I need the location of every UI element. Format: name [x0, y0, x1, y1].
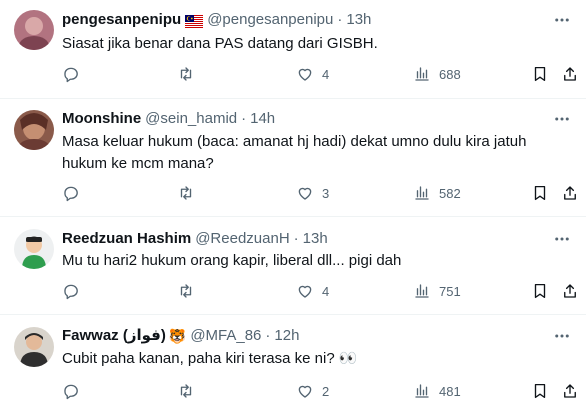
tweet-2[interactable]: Moonshine @sein_hamid · 14h Masa keluar …: [0, 99, 586, 217]
avatar[interactable]: [14, 327, 54, 367]
tweet-3[interactable]: Reedzuan Hashim @ReedzuanH · 13h Mu tu h…: [0, 217, 586, 315]
tweet-header: Moonshine @sein_hamid · 14h: [62, 109, 275, 129]
timestamp[interactable]: 12h: [274, 326, 299, 346]
display-name[interactable]: Fawwaz (فواز): [62, 326, 166, 346]
views-button[interactable]: 688: [413, 65, 461, 83]
user-handle[interactable]: @sein_hamid: [145, 109, 237, 129]
tweet-header: Fawwaz (فواز) 🐯 @MFA_86 · 12h: [62, 326, 299, 346]
tweet-text: Siasat jika benar dana PAS datang dari G…: [62, 35, 378, 52]
tweet-4[interactable]: Fawwaz (فواز) 🐯 @MFA_86 · 12h Cubit paha…: [0, 315, 586, 409]
user-handle[interactable]: @pengesanpenipu: [207, 10, 333, 30]
bookmark-button[interactable]: [531, 65, 549, 83]
heart-icon: [296, 282, 314, 300]
user-handle[interactable]: @ReedzuanH: [195, 229, 289, 249]
retweet-icon: [177, 282, 195, 300]
reply-button[interactable]: [62, 65, 80, 83]
retweet-button[interactable]: [177, 184, 195, 202]
timestamp[interactable]: 14h: [250, 109, 275, 129]
like-button[interactable]: 3: [296, 184, 329, 202]
retweet-button[interactable]: [177, 382, 195, 400]
views-button[interactable]: 751: [413, 282, 461, 300]
views-button[interactable]: 582: [413, 184, 461, 202]
view-count: 751: [439, 283, 461, 299]
reply-button[interactable]: [62, 282, 80, 300]
avatar[interactable]: [14, 110, 54, 150]
like-count: 4: [322, 283, 330, 299]
views-icon: [413, 184, 431, 202]
reply-icon: [62, 184, 80, 202]
action-bar: 4 688: [0, 65, 586, 87]
more-icon[interactable]: [552, 10, 572, 30]
separator: ·: [293, 230, 299, 247]
separator: ·: [337, 11, 343, 28]
bookmark-button[interactable]: [531, 282, 549, 300]
retweet-icon: [177, 382, 195, 400]
share-button[interactable]: [561, 282, 579, 300]
tweet-header: pengesanpenipu @pengesanpenipu · 13h: [62, 10, 371, 30]
heart-icon: [296, 65, 314, 83]
display-name[interactable]: Moonshine: [62, 109, 141, 129]
like-count: 3: [322, 185, 330, 201]
action-bar: 2 481: [0, 382, 586, 404]
separator: ·: [241, 110, 247, 127]
action-bar: 3 582: [0, 184, 586, 206]
more-icon[interactable]: [552, 109, 572, 129]
tweet-header: Reedzuan Hashim @ReedzuanH · 13h: [62, 229, 328, 249]
bookmark-icon: [531, 282, 549, 300]
views-icon: [413, 282, 431, 300]
share-button[interactable]: [561, 184, 579, 202]
timestamp[interactable]: 13h: [346, 10, 371, 30]
view-count: 582: [439, 185, 461, 201]
share-icon: [561, 184, 579, 202]
malaysia-flag-icon: [185, 14, 204, 28]
tweet-1[interactable]: pengesanpenipu @pengesanpenipu · 13h Sia: [0, 0, 586, 99]
display-name[interactable]: Reedzuan Hashim: [62, 229, 191, 249]
bookmark-icon: [531, 382, 549, 400]
tweet-text: Mu tu hari2 hukum orang kapir, liberal d…: [62, 252, 402, 269]
view-count: 481: [439, 383, 461, 399]
user-handle[interactable]: @MFA_86: [190, 326, 261, 346]
view-count: 688: [439, 66, 461, 82]
avatar[interactable]: [14, 10, 54, 50]
bookmark-icon: [531, 184, 549, 202]
more-icon[interactable]: [552, 229, 572, 249]
tweet-text: Masa keluar hukum (baca: amanat hj hadi)…: [62, 133, 527, 172]
timestamp[interactable]: 13h: [303, 229, 328, 249]
share-icon: [561, 382, 579, 400]
reply-icon: [62, 382, 80, 400]
reply-button[interactable]: [62, 184, 80, 202]
views-icon: [413, 65, 431, 83]
tiger-emoji-icon: 🐯: [168, 328, 187, 344]
views-button[interactable]: 481: [413, 382, 461, 400]
reply-icon: [62, 282, 80, 300]
bookmark-button[interactable]: [531, 382, 549, 400]
retweet-button[interactable]: [177, 65, 195, 83]
like-button[interactable]: 2: [296, 382, 329, 400]
reply-button[interactable]: [62, 382, 80, 400]
separator: ·: [265, 327, 271, 344]
views-icon: [413, 382, 431, 400]
action-bar: 4 751: [0, 282, 586, 304]
retweet-button[interactable]: [177, 282, 195, 300]
retweet-icon: [177, 65, 195, 83]
tweet-text: Cubit paha kanan, paha kiri terasa ke ni…: [62, 350, 358, 367]
reply-icon: [62, 65, 80, 83]
bookmark-icon: [531, 65, 549, 83]
avatar[interactable]: [14, 229, 54, 269]
like-count: 4: [322, 66, 330, 82]
like-button[interactable]: 4: [296, 65, 329, 83]
share-icon: [561, 282, 579, 300]
like-count: 2: [322, 383, 330, 399]
retweet-icon: [177, 184, 195, 202]
share-button[interactable]: [561, 65, 579, 83]
bookmark-button[interactable]: [531, 184, 549, 202]
heart-icon: [296, 184, 314, 202]
share-button[interactable]: [561, 382, 579, 400]
more-icon[interactable]: [552, 326, 572, 346]
display-name[interactable]: pengesanpenipu: [62, 10, 181, 30]
heart-icon: [296, 382, 314, 400]
share-icon: [561, 65, 579, 83]
like-button[interactable]: 4: [296, 282, 329, 300]
